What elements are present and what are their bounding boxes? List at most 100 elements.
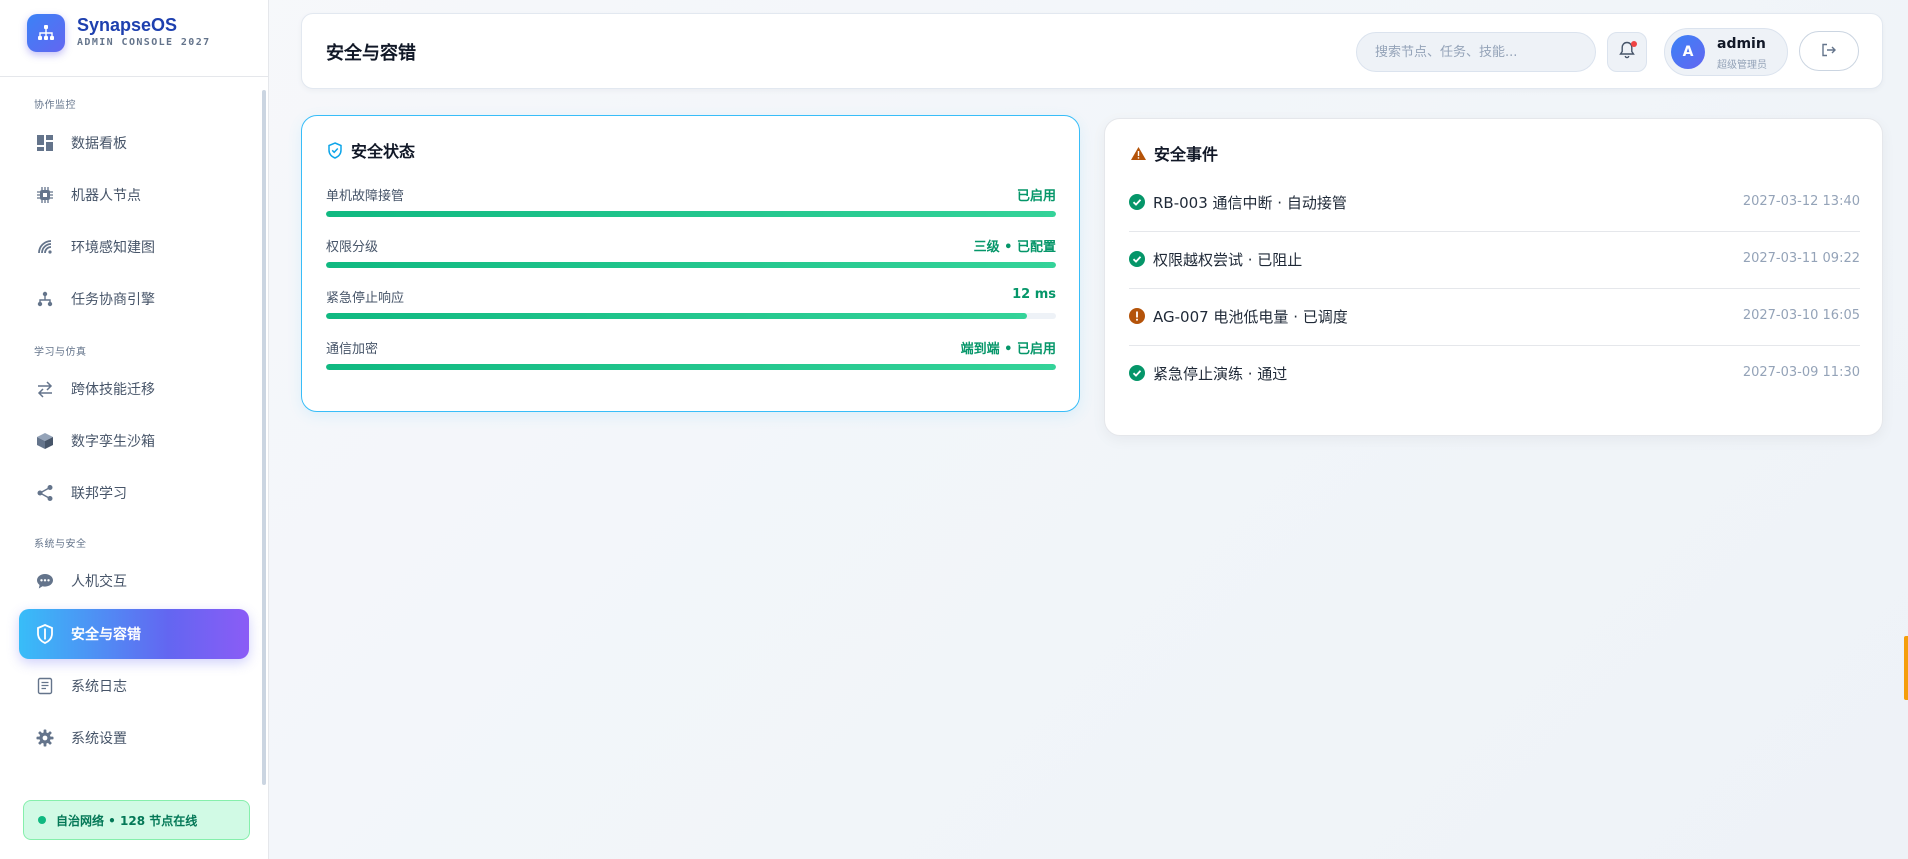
metric-encryption: 通信加密 端到端 • 已启用 [326,338,1056,382]
notification-dot [1631,41,1637,47]
sidebar-item-mapping[interactable]: 环境感知建图 [19,222,249,272]
metric-progress-fill [326,262,1056,268]
metric-label: 单机故障接管 [326,189,405,204]
shield-icon [34,623,56,645]
event-text: 紧急停止演练 · 通过 [1153,365,1288,383]
sidebar-item-label: 联邦学习 [71,486,127,502]
card-title: 安全事件 [1129,141,1218,165]
exclamation-circle-icon [1129,308,1145,324]
brand-header: SynapseOS ADMIN CONSOLE 2027 [0,0,268,77]
brand-name: SynapseOS [77,15,178,35]
event-row[interactable]: RB-003 通信中断 · 自动接管 2027-03-12 13:40 [1129,175,1860,232]
metric-label: 通信加密 [326,342,379,357]
event-text: 权限越权尝试 · 已阻止 [1153,251,1303,269]
notifications-button[interactable] [1607,32,1647,72]
event-time: 2027-03-10 16:05 [1742,308,1860,323]
brand-subtitle: ADMIN CONSOLE 2027 [77,37,211,48]
event-time: 2027-03-09 11:30 [1742,365,1860,380]
sidebar-item-skill-transfer[interactable]: 跨体技能迁移 [19,364,249,414]
event-row[interactable]: AG-007 电池低电量 · 已调度 2027-03-10 16:05 [1129,289,1860,346]
chip-icon [34,184,56,206]
card-title: 安全状态 [326,138,415,162]
metric-progress-bar [326,364,1056,370]
avatar: A [1671,35,1705,69]
metric-progress-bar [326,211,1056,217]
sidebar-item-label: 机器人节点 [71,188,141,204]
page-title: 安全与容错 [326,43,416,64]
cube-icon [34,430,56,452]
user-name: admin [1717,36,1766,52]
nav-group-label: 系统与安全 [34,539,87,550]
metric-value: 12 ms [1012,287,1056,302]
network-status-badge: 自治网络 • 128 节点在线 [23,800,250,840]
gear-icon [34,727,56,749]
sidebar-item-label: 数字孪生沙箱 [71,434,155,450]
event-row[interactable]: 权限越权尝试 · 已阻止 2027-03-11 09:22 [1129,232,1860,289]
metric-progress-fill [326,364,1056,370]
sidebar-item-security[interactable]: 安全与容错 [19,609,249,659]
event-text: RB-003 通信中断 · 自动接管 [1153,194,1347,212]
status-dot-icon [38,816,46,824]
sidebar-item-settings[interactable]: 系统设置 [19,713,249,763]
sidebar-item-federated-learning[interactable]: 联邦学习 [19,468,249,518]
shield-check-icon [326,141,344,159]
sidebar-item-system-log[interactable]: 系统日志 [19,661,249,711]
sidebar-item-label: 人机交互 [71,574,127,590]
radar-icon [34,236,56,258]
sidebar-item-hci[interactable]: 人机交互 [19,556,249,606]
transfer-icon [34,378,56,400]
sitemap-logo-icon [27,14,65,52]
sidebar-item-label: 安全与容错 [71,627,141,643]
check-circle-icon [1129,365,1145,381]
share-icon [34,482,56,504]
metric-value: 已启用 [1016,189,1056,204]
check-circle-icon [1129,251,1145,267]
sidebar-item-task-engine[interactable]: 任务协商引擎 [19,274,249,324]
metric-progress-fill [326,313,1027,319]
logout-button[interactable] [1799,31,1859,71]
warning-triangle-icon [1129,144,1147,162]
network-status-text: 自治网络 • 128 节点在线 [56,813,198,828]
security-events-card: 安全事件 RB-003 通信中断 · 自动接管 2027-03-12 13:40… [1104,118,1883,436]
sidebar-item-label: 环境感知建图 [71,240,155,256]
user-role: 超级管理员 [1717,60,1767,71]
metric-progress-bar [326,262,1056,268]
metric-emergency-stop: 紧急停止响应 12 ms [326,287,1056,331]
sidebar-item-digital-twin[interactable]: 数字孪生沙箱 [19,416,249,466]
sidebar-item-robot-nodes[interactable]: 机器人节点 [19,170,249,220]
edge-tab-handle[interactable] [1904,636,1908,700]
check-circle-icon [1129,194,1145,210]
security-events-title: 安全事件 [1154,145,1219,164]
search-input[interactable] [1356,32,1596,72]
metric-permissions: 权限分级 三级 • 已配置 [326,236,1056,280]
top-header: 安全与容错 A admin 超级管理员 [301,13,1883,89]
metric-label: 权限分级 [326,240,379,255]
security-status-title: 安全状态 [351,142,416,161]
sidebar-item-label: 系统设置 [71,731,127,747]
sidebar: SynapseOS ADMIN CONSOLE 2027 协作监控 数据看板 机… [0,0,269,859]
sidebar-item-label: 跨体技能迁移 [71,382,155,398]
sitemap-icon [34,288,56,310]
sidebar-item-label: 数据看板 [71,136,127,152]
sidebar-item-dashboard[interactable]: 数据看板 [19,118,249,168]
dashboard-icon [34,132,56,154]
nav-group-label: 协作监控 [34,100,76,111]
logout-icon [1821,42,1837,61]
event-text: AG-007 电池低电量 · 已调度 [1153,308,1348,326]
user-menu[interactable]: A admin 超级管理员 [1664,28,1788,76]
sidebar-item-label: 系统日志 [71,679,127,695]
nav-group-label: 学习与仿真 [34,347,87,358]
metric-value: 三级 • 已配置 [973,240,1056,255]
metric-value: 端到端 • 已启用 [960,342,1056,357]
metric-progress-bar [326,313,1056,319]
event-row[interactable]: 紧急停止演练 · 通过 2027-03-09 11:30 [1129,346,1860,403]
security-status-card: 安全状态 单机故障接管 已启用 权限分级 三级 • 已配置 紧急停止响应 12 … [301,115,1080,412]
event-time: 2027-03-12 13:40 [1742,194,1860,209]
event-time: 2027-03-11 09:22 [1742,251,1860,266]
sidebar-scrollbar[interactable] [262,90,266,785]
log-icon [34,675,56,697]
metric-label: 紧急停止响应 [326,291,405,306]
chat-icon [34,570,56,592]
metric-failover: 单机故障接管 已启用 [326,185,1056,229]
sidebar-item-label: 任务协商引擎 [71,292,155,308]
